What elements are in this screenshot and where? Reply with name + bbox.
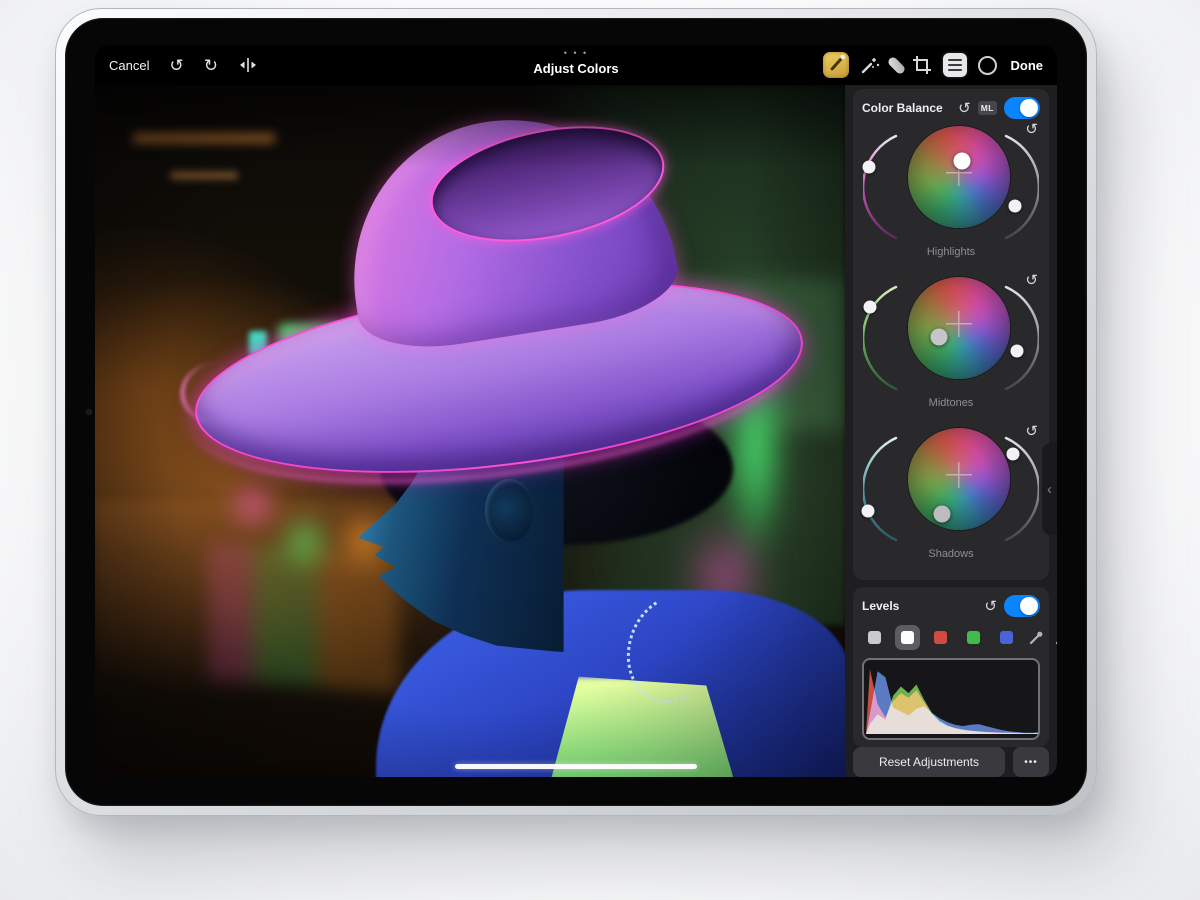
channel-rgb-button[interactable] xyxy=(895,625,920,650)
page-title: Adjust Colors xyxy=(533,61,618,76)
overlay-circle-icon[interactable] xyxy=(978,56,997,75)
color-sphere[interactable] xyxy=(908,428,1010,530)
ml-enhance-icon[interactable] xyxy=(860,55,881,75)
reset-adjustments-button[interactable]: Reset Adjustments xyxy=(853,747,1005,777)
channel-luminance-button[interactable] xyxy=(862,625,887,650)
wheel-label: Shadows xyxy=(862,548,1040,560)
channel-row xyxy=(862,625,1040,650)
repair-tool-icon[interactable] xyxy=(886,55,906,75)
wheel-shadows: ↺ Shadows xyxy=(862,422,1040,573)
color-balance-title: Color Balance xyxy=(862,101,951,115)
wheel-handle[interactable] xyxy=(930,329,947,346)
wheel-highlights: ↺ Highlights xyxy=(862,120,1040,271)
photo-vignette xyxy=(95,85,845,777)
compare-split-icon[interactable] xyxy=(238,57,258,73)
bottom-button-row: Reset Adjustments ••• xyxy=(853,747,1049,777)
left-arc-knob[interactable] xyxy=(864,301,877,314)
ml-badge[interactable]: ML xyxy=(978,101,997,115)
crop-icon[interactable] xyxy=(912,55,932,75)
wheel-reset-icon[interactable]: ↺ xyxy=(1025,122,1038,137)
levels-toggle[interactable] xyxy=(1004,595,1040,617)
levels-panel: Levels ↺ xyxy=(853,587,1049,747)
more-options-button[interactable]: ••• xyxy=(1013,747,1049,777)
levels-title: Levels xyxy=(862,599,977,613)
histogram xyxy=(862,658,1040,740)
sphere-crosshair xyxy=(946,311,972,337)
left-arc-knob[interactable] xyxy=(863,160,876,173)
home-indicator[interactable] xyxy=(455,764,697,769)
wheel-label: Midtones xyxy=(862,397,1040,409)
channel-blue-button[interactable] xyxy=(994,625,1019,650)
color-sphere[interactable] xyxy=(908,277,1010,379)
left-arc-slider[interactable] xyxy=(863,430,901,548)
wheel-handle[interactable] xyxy=(953,152,970,169)
cancel-button[interactable]: Cancel xyxy=(109,58,149,73)
color-balance-panel: Color Balance ↺ ML ↺ Highlights xyxy=(853,89,1049,580)
left-arc-slider[interactable] xyxy=(863,279,901,397)
wheel-reset-icon[interactable]: ↺ xyxy=(1025,273,1038,288)
toggle-knob xyxy=(1020,597,1038,615)
toggle-knob xyxy=(1020,99,1038,117)
redo-icon[interactable]: ↻ xyxy=(204,57,218,74)
right-arc-knob[interactable] xyxy=(1009,200,1022,213)
front-camera xyxy=(86,409,92,415)
title-dots: • • • xyxy=(533,49,618,58)
sphere-crosshair xyxy=(946,462,972,488)
right-arc-knob[interactable] xyxy=(1007,447,1020,460)
black-point-eyedropper-icon[interactable] xyxy=(1028,629,1045,646)
adjust-colors-tool-icon[interactable] xyxy=(823,52,849,78)
wheel-reset-icon[interactable]: ↺ xyxy=(1025,424,1038,439)
chevron-left-icon: ‹ xyxy=(1047,481,1052,498)
photo-canvas[interactable] xyxy=(95,85,845,777)
left-arc-knob[interactable] xyxy=(862,505,875,518)
wheel-midtones: ↺ Midtones xyxy=(862,271,1040,422)
done-button[interactable]: Done xyxy=(1011,58,1044,73)
color-sphere[interactable] xyxy=(908,126,1010,228)
undo-icon[interactable]: ↺ xyxy=(169,57,183,74)
color-balance-toggle[interactable] xyxy=(1004,97,1040,119)
top-toolbar: Cancel ↺ ↻ • • • Adjust Colors xyxy=(95,45,1057,85)
levels-reset-icon[interactable]: ↺ xyxy=(984,599,997,614)
sidebar-collapse-handle[interactable]: ‹ xyxy=(1042,443,1057,535)
channel-red-button[interactable] xyxy=(928,625,953,650)
right-arc-knob[interactable] xyxy=(1010,345,1023,358)
color-balance-reset-icon[interactable]: ↺ xyxy=(958,101,971,116)
wheel-label: Highlights xyxy=(862,246,1040,258)
app-screen: Cancel ↺ ↻ • • • Adjust Colors xyxy=(95,45,1057,777)
left-arc-slider[interactable] xyxy=(863,128,901,246)
wheel-handle[interactable] xyxy=(934,506,951,523)
adjustments-sidebar: Color Balance ↺ ML ↺ Highlights xyxy=(845,85,1057,777)
gray-point-eyedropper-icon[interactable] xyxy=(1054,629,1057,646)
brush-glyph xyxy=(830,57,843,71)
adjustments-panel-icon[interactable] xyxy=(943,53,967,77)
channel-green-button[interactable] xyxy=(961,625,986,650)
